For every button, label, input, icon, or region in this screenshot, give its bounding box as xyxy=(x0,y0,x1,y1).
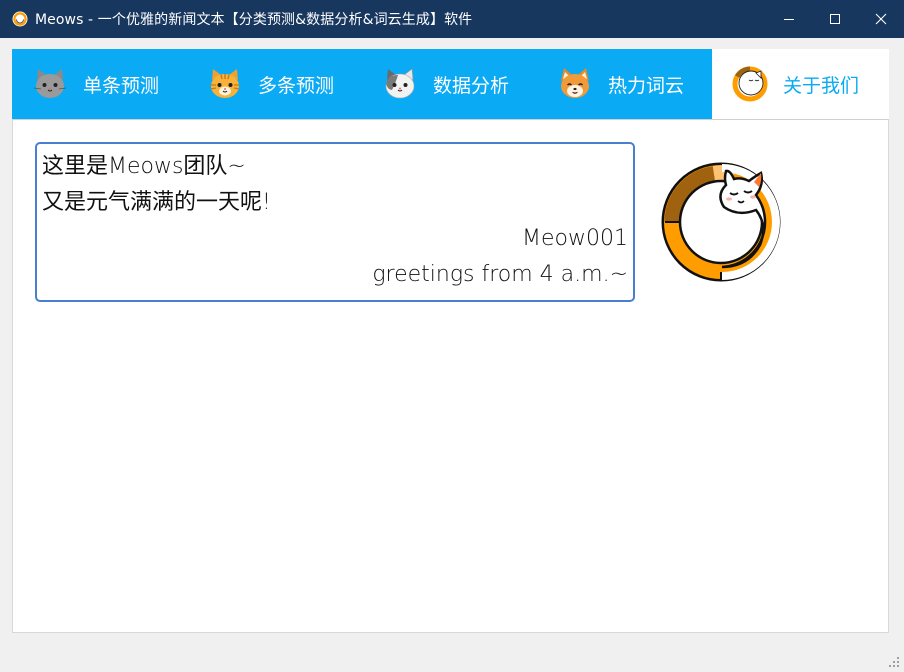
tab-heat-wordcloud[interactable]: 热力词云 xyxy=(557,49,684,119)
tab-label: 数据分析 xyxy=(433,74,510,97)
tab-label: 多条预测 xyxy=(258,74,335,97)
tab-label: 热力词云 xyxy=(608,74,685,97)
tab-label: 单条预测 xyxy=(83,74,160,97)
tab-data-analysis[interactable]: 数据分析 xyxy=(382,49,509,119)
minimize-icon xyxy=(784,19,794,20)
gray-cat-icon xyxy=(33,69,67,98)
maximize-icon xyxy=(830,14,840,24)
about-panel: 这里是Meows团队~ 又是元气满满的一天呢! Meow001 greeting… xyxy=(12,119,889,633)
app-window: Meows - 一个优雅的新闻文本【分类预测&数据分析&词云生成】软件 单条预测… xyxy=(0,0,904,672)
resize-grip-icon[interactable] xyxy=(889,657,901,669)
shiba-dog-icon xyxy=(561,68,589,98)
tab-multi-predict[interactable]: 多条预测 xyxy=(207,49,334,119)
close-button[interactable] xyxy=(858,0,904,38)
tab-single-predict[interactable]: 单条预测 xyxy=(32,49,159,119)
tab-about-us[interactable]: 关于我们 xyxy=(712,49,889,119)
sleeping-cat-ring-logo xyxy=(661,162,781,282)
greeting-line-1: 这里是Meows团队~ xyxy=(42,154,246,179)
cat-face-icon xyxy=(12,11,28,27)
tab-label: 关于我们 xyxy=(783,74,860,97)
title-bar[interactable]: Meows - 一个优雅的新闻文本【分类预测&数据分析&词云生成】软件 xyxy=(0,0,904,38)
sleeping-cat-icon xyxy=(732,66,768,102)
window-title: Meows - 一个优雅的新闻文本【分类预测&数据分析&词云生成】软件 xyxy=(35,12,473,28)
greeting-note: greetings from 4 a.m.~ xyxy=(372,262,628,287)
maximize-button[interactable] xyxy=(812,0,858,38)
close-icon xyxy=(875,13,887,25)
window-controls xyxy=(766,0,904,38)
signature: Meow001 xyxy=(522,226,628,251)
tabby-cat-icon xyxy=(210,69,240,98)
greeting-line-2: 又是元气满满的一天呢! xyxy=(42,190,271,215)
minimize-button[interactable] xyxy=(766,0,812,38)
tab-bar: 单条预测 多条预测 数据分析 热力词云 关于我们 xyxy=(12,49,889,119)
calico-cat-icon xyxy=(385,68,415,99)
greeting-text-box: 这里是Meows团队~ 又是元气满满的一天呢! Meow001 greeting… xyxy=(35,142,635,302)
